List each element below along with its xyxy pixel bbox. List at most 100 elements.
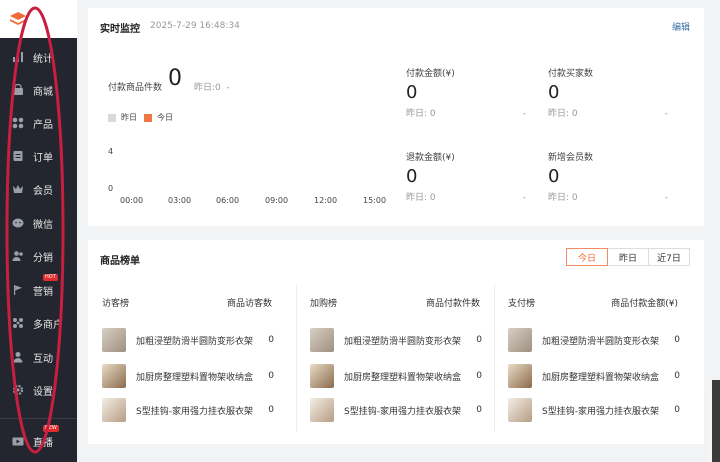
product-name: 加粗浸塑防滑半圆防变形衣架: [136, 336, 254, 347]
metric-refund-amount: 退款金额(¥) 0 昨日: 0 -: [406, 150, 526, 203]
list-item[interactable]: 加粗浸塑防滑半圆防变形衣架 0: [310, 328, 482, 352]
metric-label: 新增会员数: [548, 153, 594, 163]
sidebar: 有赞 统计 商城 产品 订单 会员 微信 分销 营销 HOT 多商户 互动 设置…: [0, 0, 77, 462]
sidebar-item-interaction[interactable]: 互动: [0, 342, 77, 372]
metric-label: 付款金额(¥): [406, 69, 455, 79]
list-item[interactable]: 加厨房整理塑料置物架收纳盒 0: [508, 364, 680, 388]
list-item[interactable]: S型挂钩-家用强力挂衣服衣架 0: [102, 398, 274, 422]
list-item[interactable]: S型挂钩-家用强力挂衣服衣架 0: [508, 398, 680, 422]
paid-items-value: 0: [168, 66, 182, 91]
sidebar-item-multi-merchant[interactable]: 多商户: [0, 308, 77, 338]
interaction-icon: [11, 350, 25, 364]
sidebar-item-label: 分销: [33, 252, 53, 264]
product-value: 0: [476, 335, 482, 345]
window-edge-inner: [709, 388, 712, 462]
sidebar-item-stats[interactable]: 统计: [0, 42, 77, 72]
column-header: 支付榜: [508, 299, 536, 309]
product-thumbnail: [310, 328, 334, 352]
sidebar-item-orders[interactable]: 订单: [0, 141, 77, 171]
metric-value: 0: [548, 166, 560, 187]
product-value: 0: [674, 371, 680, 381]
grid-icon: [11, 116, 25, 130]
product-name: 加厨房整理塑料置物架收纳盒: [136, 372, 254, 383]
sidebar-item-label: 产品: [33, 119, 53, 131]
product-name: S型挂钩-家用强力挂衣服衣架: [136, 406, 253, 417]
logo[interactable]: 有赞: [0, 0, 77, 38]
product-thumbnail: [102, 328, 126, 352]
monitor-title: 实时监控: [100, 24, 140, 35]
sidebar-item-label: 营销: [33, 286, 53, 298]
store-icon: [11, 83, 25, 97]
sidebar-item-marketing[interactable]: 营销 HOT: [0, 274, 77, 305]
metric-value: 0: [548, 82, 560, 103]
sidebar-item-label: 订单: [33, 152, 53, 164]
wechat-icon: [11, 216, 25, 230]
sidebar-item-label: 商城: [33, 86, 53, 98]
product-name: 加粗浸塑防滑半圆防变形衣架: [344, 336, 462, 347]
sidebar-item-live[interactable]: 直播 NEW: [0, 425, 77, 456]
logo-text: 有赞: [30, 14, 52, 27]
sidebar-item-products[interactable]: 产品: [0, 108, 77, 138]
sidebar-item-label: 多商户: [33, 319, 63, 331]
window-edge: [712, 380, 720, 462]
sidebar-item-store[interactable]: 商城: [0, 75, 77, 105]
flag-icon: [11, 283, 25, 297]
add-to-cart-ranking: 加购榜 商品付款件数 加粗浸塑防滑半圆防变形衣架 0 加厨房整理塑料置物架收纳盒…: [296, 284, 494, 434]
sidebar-item-label: 统计: [33, 53, 53, 65]
metric-value: 0: [406, 166, 418, 187]
metric-change: -: [664, 109, 668, 119]
bar-chart-icon: [11, 50, 25, 64]
x-tick: 15:00: [363, 196, 387, 205]
product-thumbnail: [310, 398, 334, 422]
x-tick: 03:00: [168, 196, 192, 205]
column-header: 加购榜: [310, 299, 338, 309]
list-item[interactable]: 加粗浸塑防滑半圆防变形衣架 0: [102, 328, 274, 352]
x-tick: 12:00: [314, 196, 338, 205]
metric-label: 付款买家数: [548, 69, 594, 79]
column-metric: 商品付款金额(¥): [611, 299, 678, 309]
column-header: 访客榜: [102, 299, 130, 309]
metric-label: 退款金额(¥): [406, 153, 455, 163]
tab-yesterday[interactable]: 昨日: [607, 248, 649, 266]
list-item[interactable]: 加厨房整理塑料置物架收纳盒 0: [310, 364, 482, 388]
sidebar-item-wechat[interactable]: 微信: [0, 208, 77, 238]
product-thumbnail: [102, 364, 126, 388]
product-name: S型挂钩-家用强力挂衣服衣架: [344, 406, 461, 417]
metric-new-members: 新增会员数 0 昨日: 0 -: [548, 150, 668, 203]
sidebar-item-distribution[interactable]: 分销: [0, 241, 77, 271]
metric-yesterday: 昨日: 0: [406, 109, 436, 119]
realtime-monitor-card: 实时监控 2025-7-29 16:48:34 编辑 付款商品件数 0 昨日:0…: [88, 8, 704, 226]
metric-value: 0: [406, 82, 418, 103]
tv-icon: [11, 434, 25, 448]
product-value: 0: [268, 405, 274, 415]
tab-last-7-days[interactable]: 近7日: [648, 248, 690, 266]
legend-today: 今日: [144, 112, 173, 123]
monitor-timestamp: 2025-7-29 16:48:34: [150, 21, 240, 31]
x-tick: 00:00: [120, 196, 144, 205]
column-metric: 商品访客数: [226, 299, 272, 309]
sidebar-item-settings[interactable]: 设置: [0, 375, 77, 405]
logo-icon: [10, 12, 26, 25]
sidebar-item-label: 互动: [33, 353, 53, 365]
metric-yesterday: 昨日: 0: [548, 109, 578, 119]
legend-swatch: [108, 113, 116, 122]
product-thumbnail: [102, 398, 126, 422]
product-value: 0: [476, 371, 482, 381]
edit-link[interactable]: 编辑: [672, 20, 690, 33]
list-item[interactable]: S型挂钩-家用强力挂衣服衣架 0: [310, 398, 482, 422]
metric-change: -: [522, 109, 526, 119]
order-icon: [11, 149, 25, 163]
tab-today[interactable]: 今日: [566, 248, 608, 266]
product-value: 0: [674, 335, 680, 345]
sidebar-item-members[interactable]: 会员: [0, 174, 77, 204]
product-name: 加厨房整理塑料置物架收纳盒: [344, 372, 462, 383]
legend-swatch: [144, 113, 152, 122]
product-ranking-card: 商品榜单 今日 昨日 近7日 访客榜 商品访客数 加粗浸塑防滑半圆防变形衣架 0…: [88, 240, 704, 444]
sidebar-item-label: 设置: [33, 386, 53, 398]
sidebar-divider: [0, 418, 77, 419]
list-item[interactable]: 加厨房整理塑料置物架收纳盒 0: [102, 364, 274, 388]
product-value: 0: [268, 371, 274, 381]
metric-payment-amount: 付款金额(¥) 0 昨日: 0 -: [406, 66, 526, 119]
list-item[interactable]: 加粗浸塑防滑半圆防变形衣架 0: [508, 328, 680, 352]
metric-yesterday: 昨日: 0: [406, 193, 436, 203]
